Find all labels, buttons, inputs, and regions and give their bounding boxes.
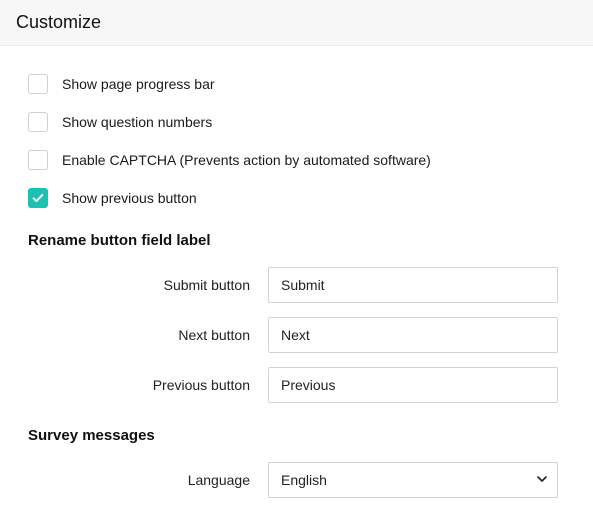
option-label: Show page progress bar — [62, 76, 215, 92]
panel-content: Show page progress bar Show question num… — [0, 46, 593, 532]
option-show-progress-bar[interactable]: Show page progress bar — [28, 74, 565, 94]
checkbox-icon — [28, 150, 48, 170]
next-button-label: Next button — [28, 327, 268, 343]
checkbox-icon — [28, 188, 48, 208]
check-icon — [31, 191, 45, 205]
page-title: Customize — [16, 12, 577, 33]
language-label: Language — [28, 472, 268, 488]
option-show-question-numbers[interactable]: Show question numbers — [28, 112, 565, 132]
checkbox-icon — [28, 112, 48, 132]
next-button-input[interactable] — [268, 317, 558, 353]
option-show-previous-button[interactable]: Show previous button — [28, 188, 565, 208]
field-row-language: Language English — [28, 462, 565, 498]
option-label: Show question numbers — [62, 114, 212, 130]
submit-button-input[interactable] — [268, 267, 558, 303]
previous-button-input[interactable] — [268, 367, 558, 403]
rename-section-heading: Rename button field label — [28, 232, 565, 249]
field-row-previous: Previous button — [28, 367, 565, 403]
previous-button-label: Previous button — [28, 377, 268, 393]
field-row-next: Next button — [28, 317, 565, 353]
language-select[interactable]: English — [268, 462, 558, 498]
submit-button-label: Submit button — [28, 277, 268, 293]
messages-section-heading: Survey messages — [28, 427, 565, 444]
panel-header: Customize — [0, 0, 593, 46]
option-label: Show previous button — [62, 190, 197, 206]
checkbox-icon — [28, 74, 48, 94]
field-row-submit: Submit button — [28, 267, 565, 303]
option-label: Enable CAPTCHA (Prevents action by autom… — [62, 152, 431, 168]
language-select-wrap: English — [268, 462, 558, 498]
option-enable-captcha[interactable]: Enable CAPTCHA (Prevents action by autom… — [28, 150, 565, 170]
